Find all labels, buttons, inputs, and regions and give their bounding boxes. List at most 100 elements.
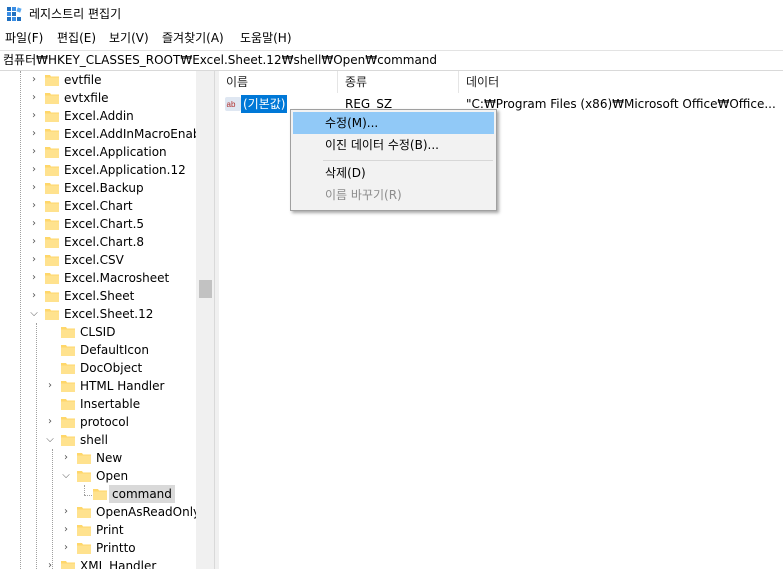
tree-item-new[interactable]: › New — [0, 449, 196, 467]
chevron-right-icon[interactable]: › — [29, 233, 39, 251]
tree-item-excel-addinmacroenabled[interactable]: › Excel.AddInMacroEnabled — [0, 125, 213, 143]
folder-open-icon — [77, 471, 91, 482]
tree-item-docobject[interactable]: DocObject — [0, 359, 196, 377]
chevron-right-icon[interactable]: › — [45, 413, 55, 431]
tree-item-label: Excel.Macrosheet — [64, 271, 170, 285]
tree-item-label: Excel.Backup — [64, 181, 144, 195]
chevron-right-icon[interactable]: › — [29, 287, 39, 305]
tree-item-label: Excel.Chart — [64, 199, 133, 213]
tree-pane[interactable]: › evtfile › evtxfile › Excel.Addin › Exc… — [0, 71, 213, 569]
folder-icon — [45, 237, 59, 248]
folder-icon — [61, 417, 75, 428]
chevron-right-icon[interactable]: › — [29, 71, 39, 89]
tree-item-insertable[interactable]: Insertable — [0, 395, 196, 413]
chevron-right-icon[interactable]: › — [29, 197, 39, 215]
folder-icon — [61, 363, 75, 374]
menu-file[interactable]: 파일(F) — [3, 30, 45, 47]
tree-item-label: Excel.AddInMacroEnabled — [64, 127, 213, 141]
folder-icon — [45, 75, 59, 86]
tree-scrollbar[interactable] — [196, 71, 214, 569]
context-item-modify-binary[interactable]: 이진 데이터 수정(B)... — [293, 134, 494, 156]
menu-help[interactable]: 도움말(H) — [238, 30, 294, 47]
chevron-right-icon[interactable]: › — [61, 449, 71, 467]
chevron-right-icon[interactable]: › — [29, 89, 39, 107]
tree-item-excel-backup[interactable]: › Excel.Backup — [0, 179, 196, 197]
column-header-name[interactable]: 이름 — [219, 71, 338, 93]
tree-item-label: shell — [80, 433, 108, 447]
chevron-right-icon[interactable]: › — [61, 521, 71, 539]
chevron-right-icon[interactable]: › — [45, 377, 55, 395]
tree-scrollbar-thumb[interactable] — [199, 280, 212, 298]
tree-item-excel-chart-8[interactable]: › Excel.Chart.8 — [0, 233, 196, 251]
chevron-right-icon[interactable]: › — [29, 215, 39, 233]
chevron-right-icon[interactable]: › — [29, 107, 39, 125]
value-data: "C:₩Program Files (x86)₩Microsoft Office… — [466, 97, 776, 111]
folder-icon — [45, 219, 59, 230]
window-title: 레지스트리 편집기 — [29, 7, 122, 21]
tree-item-excel-chart[interactable]: › Excel.Chart — [0, 197, 196, 215]
tree-item-label: HTML Handler — [80, 379, 165, 393]
menu-bar: 파일(F) 편집(E) 보기(V) 즐겨찾기(A) 도움말(H) — [0, 28, 783, 49]
folder-icon — [45, 291, 59, 302]
context-item-modify[interactable]: 수정(M)... — [293, 112, 494, 134]
tree-item-clsid[interactable]: CLSID — [0, 323, 196, 341]
menu-view[interactable]: 보기(V) — [107, 30, 151, 47]
tree-item-html-handler[interactable]: › HTML Handler — [0, 377, 196, 395]
folder-icon — [45, 273, 59, 284]
value-name[interactable]: (기본값) — [241, 95, 288, 113]
column-header-data[interactable]: 데이터 — [459, 71, 783, 93]
tree-item-excel-csv[interactable]: › Excel.CSV — [0, 251, 196, 269]
address-bar[interactable]: 컴퓨터₩HKEY_CLASSES_ROOT₩Excel.Sheet.12₩she… — [0, 50, 783, 71]
tree-item-label: command — [109, 485, 175, 503]
tree-item-label: CLSID — [80, 325, 116, 339]
chevron-right-icon[interactable]: › — [29, 179, 39, 197]
menu-favorites[interactable]: 즐겨찾기(A) — [160, 30, 226, 47]
tree-item-label: New — [96, 451, 123, 465]
tree-item-protocol[interactable]: › protocol — [0, 413, 196, 431]
tree-item-label: Excel.CSV — [64, 253, 124, 267]
context-item-rename[interactable]: 이름 바꾸기(R) — [293, 184, 494, 206]
tree-item-shell[interactable]: ⌵ shell — [0, 431, 196, 449]
tree-item-excel-sheet[interactable]: › Excel.Sheet — [0, 287, 196, 305]
tree-item-excel-sheet-12[interactable]: ⌵ Excel.Sheet.12 — [0, 305, 196, 323]
tree-item-excel-chart-5[interactable]: › Excel.Chart.5 — [0, 215, 196, 233]
context-item-label: 수정(M)... — [325, 116, 379, 130]
tree-item-command[interactable]: command — [0, 485, 196, 503]
svg-text:ab: ab — [227, 100, 236, 109]
menu-edit[interactable]: 편집(E) — [55, 30, 98, 47]
tree-item-label: protocol — [80, 415, 129, 429]
string-value-icon: ab — [225, 97, 241, 111]
chevron-right-icon[interactable]: › — [45, 557, 55, 569]
tree-item-excel-application-12[interactable]: › Excel.Application.12 — [0, 161, 196, 179]
context-item-label: 이진 데이터 수정(B)... — [325, 138, 439, 152]
tree-item-xml-handler[interactable]: › XML Handler — [0, 557, 196, 569]
chevron-right-icon[interactable]: › — [29, 251, 39, 269]
folder-icon — [45, 201, 59, 212]
folder-icon — [45, 129, 59, 140]
chevron-right-icon[interactable]: › — [61, 539, 71, 557]
tree-item-print[interactable]: › Print — [0, 521, 196, 539]
chevron-down-icon[interactable]: ⌵ — [29, 305, 39, 323]
tree-item-printto[interactable]: › Printto — [0, 539, 196, 557]
tree-item-openasreadonly[interactable]: › OpenAsReadOnly — [0, 503, 200, 521]
chevron-down-icon[interactable]: ⌵ — [45, 431, 55, 449]
tree-item-excel-addin[interactable]: › Excel.Addin — [0, 107, 196, 125]
tree-item-evtfile[interactable]: › evtfile — [0, 71, 196, 89]
tree-item-excel-application[interactable]: › Excel.Application — [0, 143, 196, 161]
tree-item-open[interactable]: ⌵ Open — [0, 467, 196, 485]
tree-item-evtxfile[interactable]: › evtxfile — [0, 89, 196, 107]
address-path[interactable]: 컴퓨터₩HKEY_CLASSES_ROOT₩Excel.Sheet.12₩she… — [3, 53, 437, 68]
chevron-down-icon[interactable]: ⌵ — [61, 467, 71, 485]
tree-item-excel-macrosheet[interactable]: › Excel.Macrosheet — [0, 269, 196, 287]
tree-item-label: evtxfile — [64, 91, 109, 105]
chevron-right-icon[interactable]: › — [61, 503, 71, 521]
folder-open-icon — [45, 309, 59, 320]
tree-item-defaulticon[interactable]: DefaultIcon — [0, 341, 196, 359]
context-item-label: 삭제(D) — [325, 166, 366, 180]
chevron-right-icon[interactable]: › — [29, 125, 39, 143]
column-header-type[interactable]: 종류 — [338, 71, 459, 93]
context-item-delete[interactable]: 삭제(D) — [293, 162, 494, 184]
chevron-right-icon[interactable]: › — [29, 269, 39, 287]
chevron-right-icon[interactable]: › — [29, 161, 39, 179]
chevron-right-icon[interactable]: › — [29, 143, 39, 161]
